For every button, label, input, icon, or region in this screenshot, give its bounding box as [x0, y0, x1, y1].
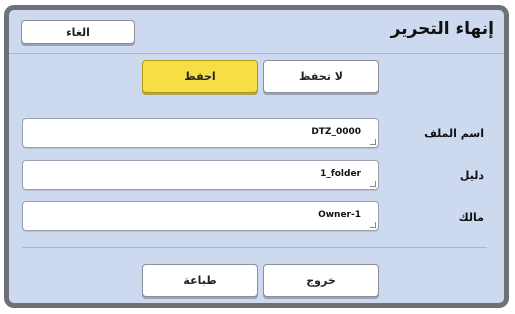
owner-field[interactable]: Owner-1: [22, 201, 379, 231]
resize-grip-icon: [370, 181, 376, 187]
dialog-title: إنهاء التحرير: [390, 19, 494, 39]
edit-end-dialog: إنهاء التحرير الغاء لا تحفظ احفظ اسم الم…: [9, 10, 504, 303]
directory-label: دليل: [459, 169, 484, 182]
directory-value: 1_folder: [320, 169, 361, 179]
dialog-header: إنهاء التحرير الغاء: [9, 10, 504, 54]
exit-button[interactable]: خروج: [263, 264, 379, 297]
save-button[interactable]: احفظ: [142, 60, 258, 93]
owner-label: مالك: [458, 211, 484, 224]
dont-save-button[interactable]: لا تحفظ: [263, 60, 379, 93]
resize-grip-icon: [370, 139, 376, 145]
filename-field[interactable]: DTZ_0000: [22, 118, 379, 148]
cancel-button[interactable]: الغاء: [21, 20, 135, 44]
directory-field[interactable]: 1_folder: [22, 160, 379, 190]
owner-value: Owner-1: [318, 210, 361, 220]
filename-label: اسم الملف: [424, 127, 484, 140]
print-button[interactable]: طباعة: [142, 264, 258, 297]
footer-divider: [22, 247, 487, 248]
resize-grip-icon: [370, 222, 376, 228]
filename-value: DTZ_0000: [311, 127, 361, 137]
